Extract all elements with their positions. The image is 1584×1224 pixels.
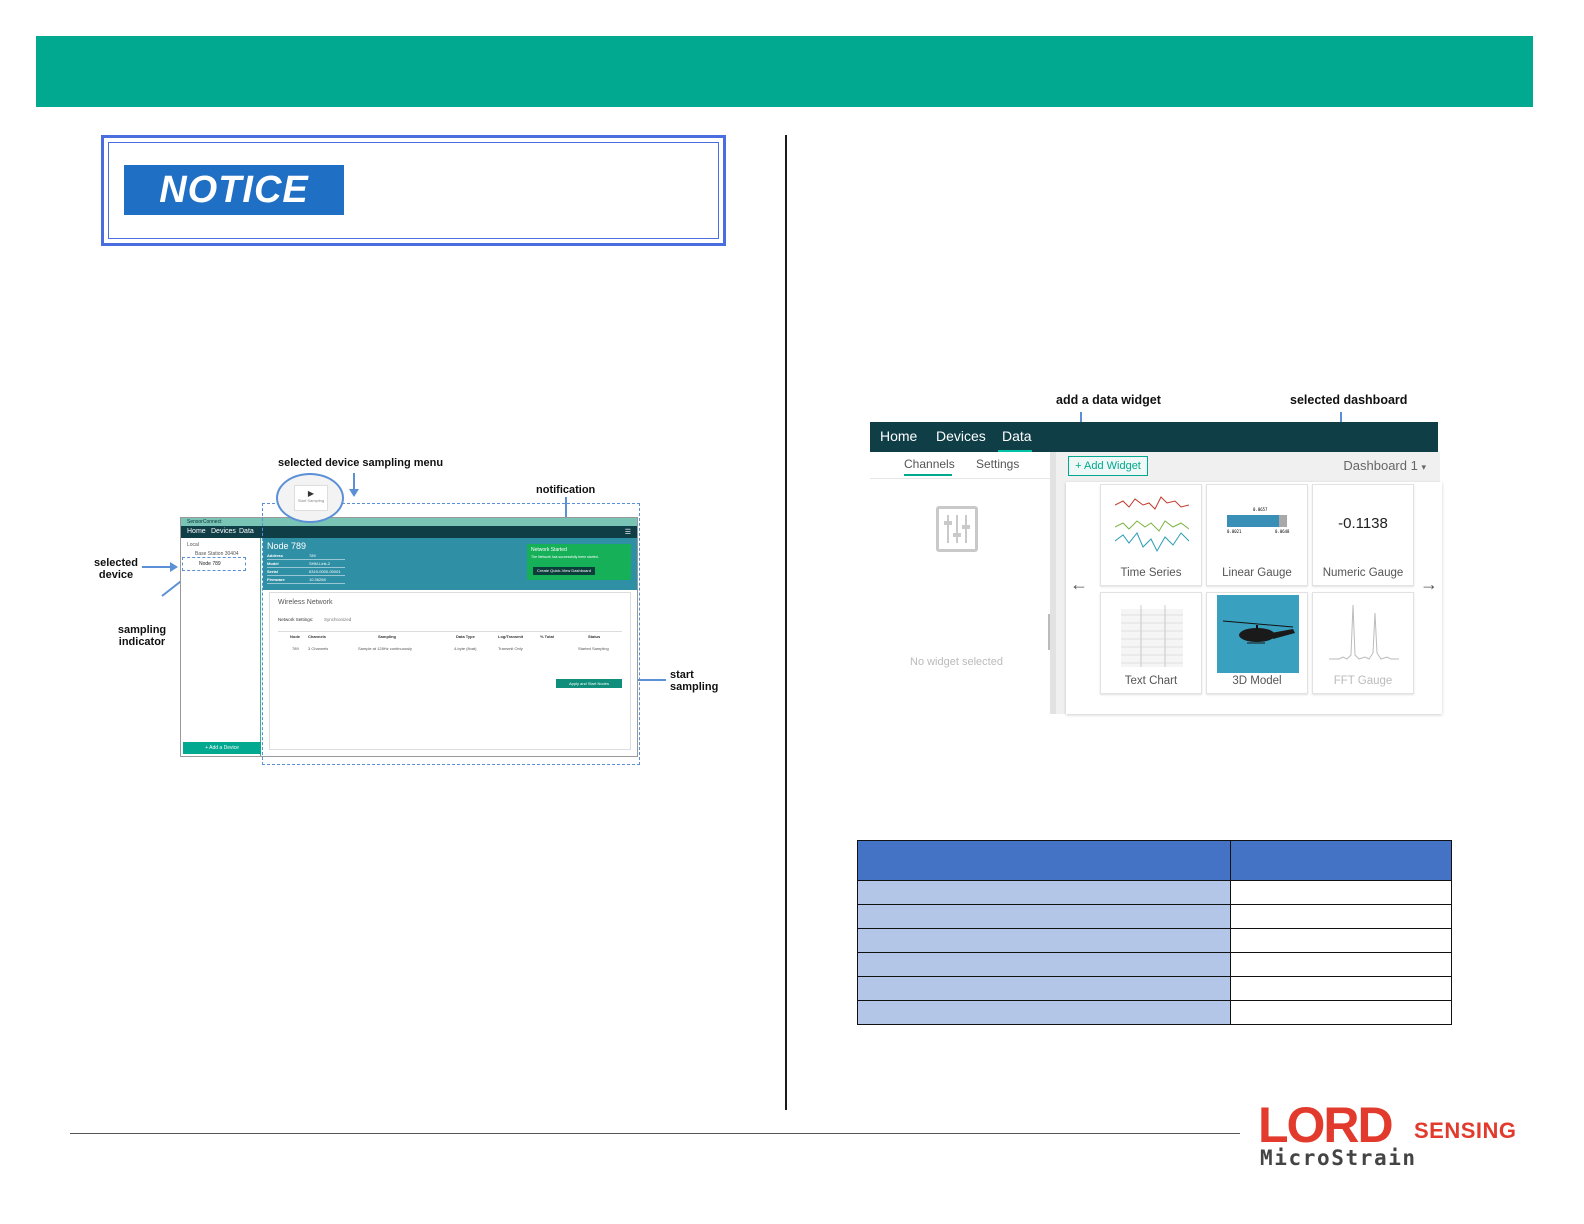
arrow-start-sampling bbox=[636, 679, 666, 681]
helicopter-image bbox=[1217, 595, 1299, 673]
widget-tile-fft-gauge[interactable]: FFT Gauge bbox=[1312, 592, 1414, 694]
tab-channels[interactable]: Channels bbox=[904, 457, 955, 471]
arrow-selected-device bbox=[142, 566, 172, 568]
highlight-dashed-box bbox=[262, 503, 640, 765]
table-cell bbox=[1230, 880, 1452, 905]
table-row bbox=[857, 928, 1452, 953]
table-cell bbox=[1230, 1000, 1452, 1025]
table-cell bbox=[857, 1000, 1231, 1025]
arrow-head-selected-device bbox=[170, 562, 178, 572]
table-row bbox=[857, 1000, 1452, 1025]
gauge-min-value: 0.0021 bbox=[1227, 529, 1242, 534]
tile-label: Text Chart bbox=[1124, 675, 1178, 687]
table-cell bbox=[857, 904, 1231, 929]
dashboard-widgets-screenshot: add a data widget selected dashboard Hom… bbox=[870, 390, 1442, 715]
callout-sampling-indicator: sampling indicator bbox=[117, 624, 167, 648]
widget-tile-text-chart[interactable]: Text Chart bbox=[1100, 592, 1202, 694]
add-device-button[interactable]: + Add a Device bbox=[183, 742, 261, 754]
notice-label: NOTICE bbox=[124, 165, 344, 215]
widget-gallery: + Add Widget Dashboard 1 ▾ ← → Time Seri… bbox=[1050, 452, 1442, 714]
table-cell bbox=[857, 928, 1231, 953]
table-cell bbox=[1230, 904, 1452, 929]
nav-data[interactable]: Data bbox=[1002, 428, 1032, 444]
sensorconnect-sampling-screenshot: selected device sampling menu notificati… bbox=[90, 455, 730, 770]
panel-tabs: Channels Settings bbox=[870, 452, 1050, 478]
nav-data[interactable]: Data bbox=[239, 528, 254, 535]
widget-grid: ← → Time Series 0.0657 0.0021 0.0648 Lin… bbox=[1066, 482, 1442, 714]
widget-tile-numeric-gauge[interactable]: -0.1138 Numeric Gauge bbox=[1312, 484, 1414, 586]
page-header-bar bbox=[36, 36, 1533, 107]
nav-devices[interactable]: Devices bbox=[211, 528, 236, 535]
footer-rule bbox=[70, 1133, 1240, 1134]
tile-label: Numeric Gauge bbox=[1322, 567, 1404, 579]
callout-add-widget: add a data widget bbox=[1056, 393, 1161, 407]
table-row bbox=[857, 952, 1452, 977]
logo-sensing: SENSING bbox=[1414, 1118, 1517, 1143]
table-row bbox=[857, 976, 1452, 1001]
gauge-max-value: 0.0648 bbox=[1275, 529, 1290, 534]
numeric-gauge-value: -0.1138 bbox=[1338, 515, 1388, 532]
start-sampling-tile[interactable]: ▶ Start Sampling bbox=[294, 485, 328, 511]
document-table bbox=[857, 840, 1452, 1025]
table-cell bbox=[857, 880, 1231, 905]
notice-inner-border: NOTICE bbox=[108, 142, 719, 239]
nav-home[interactable]: Home bbox=[187, 528, 206, 535]
widget-tile-time-series[interactable]: Time Series bbox=[1100, 484, 1202, 586]
fft-icon bbox=[1329, 604, 1399, 660]
app-navbar: Home Devices Data bbox=[870, 422, 1438, 452]
nav-home[interactable]: Home bbox=[880, 428, 917, 444]
tile-label: 3D Model bbox=[1232, 675, 1282, 687]
widget-tile-3d-model[interactable]: 3D Model bbox=[1206, 592, 1308, 694]
time-series-icon bbox=[1115, 496, 1189, 553]
tile-label: Time Series bbox=[1120, 567, 1182, 579]
table-row bbox=[857, 880, 1452, 905]
callout-selected-dashboard: selected dashboard bbox=[1290, 393, 1408, 407]
table-cell bbox=[857, 976, 1231, 1001]
logo-microstrain: MicroStrain bbox=[1260, 1146, 1417, 1170]
table-header-cell bbox=[1230, 840, 1452, 881]
sliders-icon bbox=[936, 506, 978, 552]
no-widget-message: No widget selected bbox=[910, 656, 1003, 668]
add-widget-button[interactable]: + Add Widget bbox=[1068, 456, 1148, 476]
table-cell bbox=[1230, 952, 1452, 977]
callout-start-sampling: start sampling bbox=[670, 669, 719, 693]
text-chart-icon bbox=[1121, 605, 1183, 667]
lord-sensing-logo: LORD SENSING MicroStrain bbox=[1258, 1097, 1516, 1172]
play-icon: ▶ bbox=[307, 489, 315, 498]
selected-device-highlight bbox=[182, 557, 246, 571]
gauge-top-value: 0.0657 bbox=[1253, 507, 1268, 512]
table-header-cell bbox=[857, 840, 1231, 881]
column-divider bbox=[785, 135, 787, 1110]
callout-selected-device: selected device bbox=[93, 557, 139, 581]
caret-down-icon: ▾ bbox=[1421, 462, 1426, 472]
tile-label: FFT Gauge bbox=[1333, 675, 1393, 687]
dashboard-select[interactable]: Dashboard 1 ▾ bbox=[1343, 458, 1426, 473]
logo-brand: LORD bbox=[1258, 1097, 1394, 1153]
callout-sampling-menu: selected device sampling menu bbox=[278, 457, 444, 469]
table-cell bbox=[1230, 928, 1452, 953]
table-cell bbox=[857, 952, 1231, 977]
helicopter-icon bbox=[1222, 620, 1295, 644]
table-cell bbox=[1230, 976, 1452, 1001]
nav-devices[interactable]: Devices bbox=[936, 428, 986, 444]
sampling-menu-magnifier: ▶ Start Sampling bbox=[276, 473, 344, 523]
arrow-left-icon[interactable]: ← bbox=[1070, 574, 1088, 595]
arrow-right-icon[interactable]: → bbox=[1420, 574, 1438, 595]
arrow-head-sampling-menu bbox=[349, 489, 359, 497]
tree-local[interactable]: Local bbox=[187, 542, 199, 548]
tab-active-indicator bbox=[904, 474, 952, 476]
tile-label: Linear Gauge bbox=[1222, 567, 1292, 579]
linear-gauge-bar bbox=[1227, 515, 1287, 527]
notice-box: NOTICE bbox=[101, 135, 726, 246]
table-header-row bbox=[857, 840, 1452, 881]
tab-settings[interactable]: Settings bbox=[976, 457, 1019, 471]
table-row bbox=[857, 904, 1452, 929]
callout-notification: notification bbox=[536, 484, 596, 496]
widget-tile-linear-gauge[interactable]: 0.0657 0.0021 0.0648 Linear Gauge bbox=[1206, 484, 1308, 586]
